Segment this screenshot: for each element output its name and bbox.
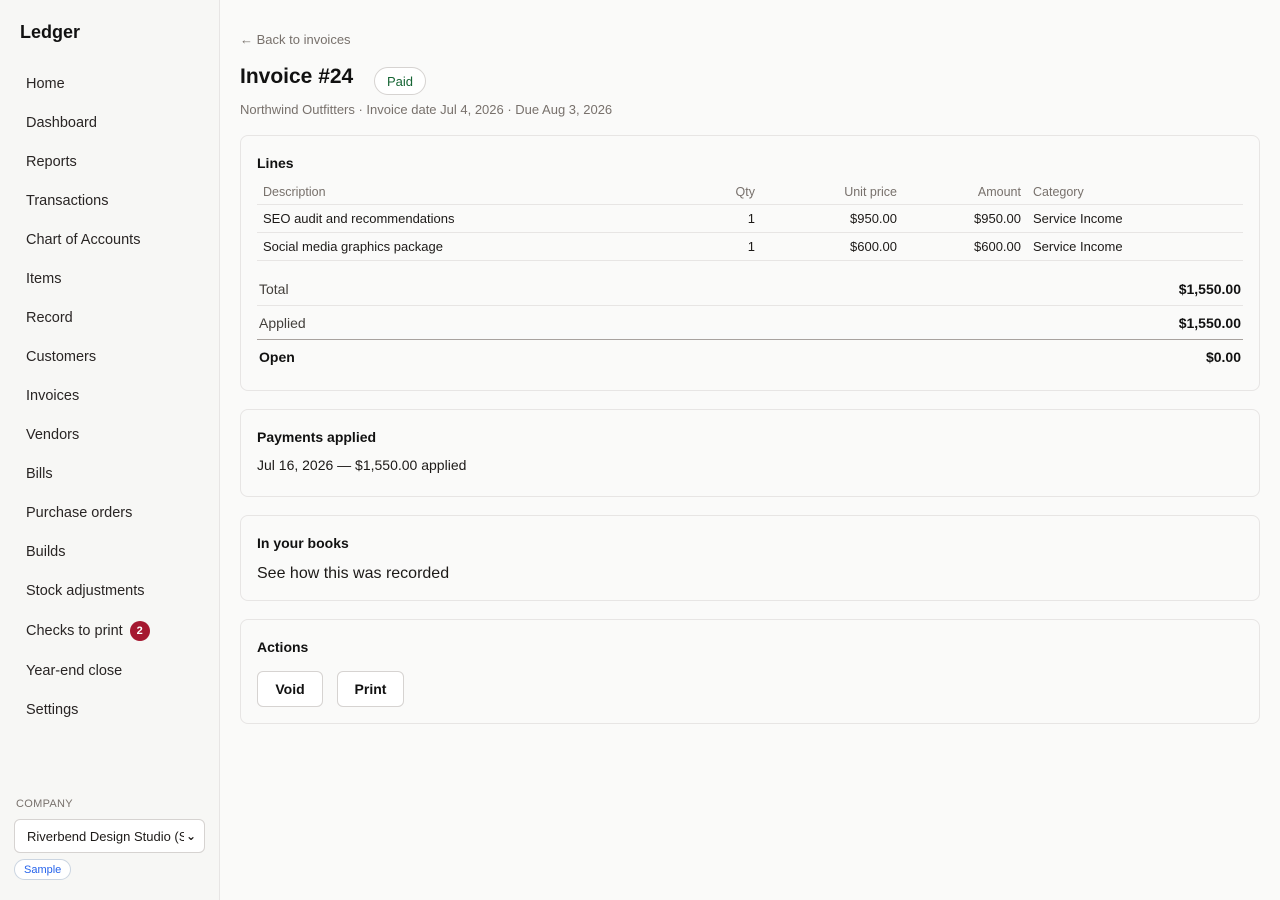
- column-header-description: Description: [257, 180, 697, 205]
- sidebar-item-record[interactable]: Record: [0, 298, 219, 337]
- void-button[interactable]: Void: [257, 671, 323, 707]
- total-row: Total $1,550.00: [257, 272, 1243, 306]
- sidebar-item-label: Checks to print: [26, 622, 123, 639]
- print-button[interactable]: Print: [337, 671, 404, 707]
- line-unit-price: $950.00: [761, 204, 903, 233]
- checks-count-badge: 2: [129, 620, 150, 641]
- sidebar-item-chart-of-accounts[interactable]: Chart of Accounts: [0, 220, 219, 259]
- sidebar-item-label: Bills: [26, 465, 53, 482]
- status-badge: Paid: [374, 67, 427, 95]
- sidebar-item-label: Stock adjustments: [26, 582, 145, 599]
- sidebar-item-label: Vendors: [26, 426, 80, 443]
- sidebar-item-label: Dashboard: [26, 114, 97, 131]
- sidebar-item-checks-to-print[interactable]: Checks to print 2: [0, 610, 219, 651]
- app-brand: Ledger: [20, 22, 81, 42]
- sidebar-item-items[interactable]: Items: [0, 259, 219, 298]
- actions-card-title: Actions: [257, 639, 309, 655]
- sidebar-item-label: Transactions: [26, 192, 109, 209]
- lines-card: Lines Description Qty Unit price Amount …: [240, 135, 1260, 391]
- sidebar-item-label: Year-end close: [26, 662, 123, 679]
- sidebar-item-label: Purchase orders: [26, 504, 133, 521]
- line-category: Service Income: [1027, 204, 1243, 233]
- sample-badge: Sample: [14, 859, 72, 880]
- chevron-down-icon: ⌄: [185, 829, 197, 843]
- line-description: SEO audit and recommendations: [257, 204, 697, 233]
- sidebar-item-builds[interactable]: Builds: [0, 532, 219, 571]
- invoice-totals: Total $1,550.00 Applied $1,550.00 Open $…: [257, 272, 1243, 374]
- page-title: Invoice #24: [240, 65, 354, 88]
- line-qty: 1: [697, 204, 761, 233]
- sidebar-item-label: Settings: [26, 701, 79, 718]
- line-amount: $600.00: [903, 232, 1027, 261]
- payment-entry: Jul 16, 2026 — $1,550.00 applied: [257, 457, 467, 473]
- total-label: Total: [259, 280, 289, 297]
- sidebar-item-settings[interactable]: Settings: [0, 690, 219, 729]
- applied-value: $1,550.00: [1178, 314, 1241, 331]
- sidebar-item-label: Customers: [26, 348, 97, 365]
- sidebar-item-label: Reports: [26, 153, 77, 170]
- company-label: COMPANY: [16, 798, 73, 810]
- open-label: Open: [259, 349, 295, 365]
- line-category: Service Income: [1027, 232, 1243, 261]
- line-qty: 1: [697, 232, 761, 261]
- sidebar-item-label: Record: [26, 309, 73, 326]
- column-header-amount: Amount: [903, 180, 1027, 205]
- sidebar: Ledger Home Dashboard Reports Transactio…: [0, 0, 220, 900]
- books-card: In your books See how this was recorded: [240, 515, 1260, 601]
- sidebar-nav: Home Dashboard Reports Transactions Char…: [0, 64, 219, 729]
- sidebar-item-vendors[interactable]: Vendors: [0, 415, 219, 454]
- sidebar-item-invoices[interactable]: Invoices: [0, 376, 219, 415]
- company-select[interactable]: Riverbend Design Studio (S ⌄: [14, 819, 205, 853]
- payments-card-title: Payments applied: [257, 429, 377, 445]
- sidebar-item-label: Builds: [26, 543, 66, 560]
- payments-card: Payments applied Jul 16, 2026 — $1,550.0…: [240, 409, 1260, 497]
- column-header-unit-price: Unit price: [761, 180, 903, 205]
- sidebar-item-stock-adjustments[interactable]: Stock adjustments: [0, 571, 219, 610]
- company-select-value: Riverbend Design Studio (S: [27, 828, 184, 844]
- applied-label: Applied: [259, 314, 306, 331]
- sidebar-item-label: Chart of Accounts: [26, 231, 141, 248]
- sidebar-item-reports[interactable]: Reports: [0, 142, 219, 181]
- sidebar-item-dashboard[interactable]: Dashboard: [0, 103, 219, 142]
- invoice-meta: Northwind Outfitters · Invoice date Jul …: [240, 102, 613, 117]
- lines-card-title: Lines: [257, 155, 294, 171]
- sidebar-item-label: Home: [26, 75, 65, 92]
- lines-table: Description Qty Unit price Amount Catego…: [257, 180, 1243, 261]
- sidebar-item-customers[interactable]: Customers: [0, 337, 219, 376]
- line-unit-price: $600.00: [761, 232, 903, 261]
- sidebar-item-transactions[interactable]: Transactions: [0, 181, 219, 220]
- column-header-category: Category: [1027, 180, 1243, 205]
- table-row: Social media graphics package 1 $600.00 …: [257, 232, 1243, 261]
- back-to-invoices-link[interactable]: ← Back to invoices: [240, 32, 351, 47]
- line-description: Social media graphics package: [257, 232, 697, 261]
- applied-row: Applied $1,550.00: [257, 306, 1243, 340]
- sidebar-item-purchase-orders[interactable]: Purchase orders: [0, 493, 219, 532]
- sidebar-item-label: Items: [26, 270, 62, 287]
- total-value: $1,550.00: [1178, 280, 1241, 297]
- line-amount: $950.00: [903, 204, 1027, 233]
- sidebar-item-home[interactable]: Home: [0, 64, 219, 103]
- table-row: SEO audit and recommendations 1 $950.00 …: [257, 204, 1243, 233]
- sidebar-item-year-end-close[interactable]: Year-end close: [0, 651, 219, 690]
- column-header-qty: Qty: [697, 180, 761, 205]
- open-value: $0.00: [1205, 349, 1241, 365]
- books-card-title: In your books: [257, 535, 349, 551]
- see-how-recorded-link[interactable]: See how this was recorded: [257, 565, 449, 583]
- table-header-row: Description Qty Unit price Amount Catego…: [257, 180, 1243, 205]
- sidebar-item-bills[interactable]: Bills: [0, 454, 219, 493]
- open-row: Open $0.00: [257, 340, 1243, 374]
- sidebar-item-label: Invoices: [26, 387, 80, 404]
- actions-card: Actions Void Print: [240, 619, 1260, 724]
